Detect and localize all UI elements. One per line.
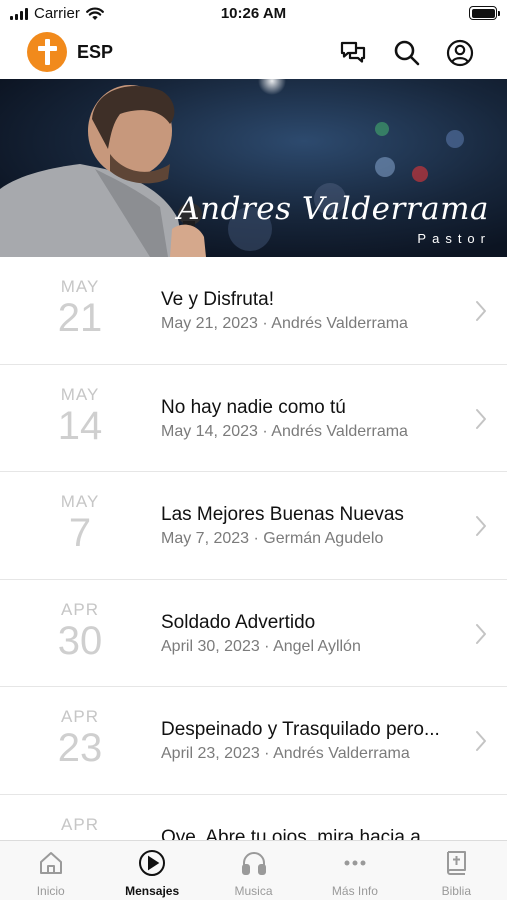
tab-label: Biblia [441, 884, 471, 898]
message-title: Las Mejores Buenas Nuevas [161, 504, 404, 525]
battery-icon [469, 6, 500, 20]
date-month: MAY [60, 277, 100, 296]
headphones-icon [241, 852, 266, 875]
search-icon[interactable] [392, 38, 422, 68]
date-month: APR [61, 814, 99, 834]
play-icon [139, 850, 166, 876]
chevron-right-icon [476, 301, 486, 321]
message-date: APR [30, 815, 130, 836]
tab-musica[interactable]: Musica [203, 841, 304, 900]
date-day: 30 [57, 618, 103, 663]
chevron-right-icon [476, 731, 486, 751]
date-day: 23 [57, 726, 103, 770]
message-row[interactable]: MAY 7 Las Mejores Buenas Nuevas May 7, 2… [0, 472, 507, 580]
message-title: Soldado Advertido [161, 611, 316, 633]
status-bar: Carrier 10:26 AM [0, 0, 507, 28]
home-icon [39, 852, 62, 874]
message-date: APR 23 [30, 707, 130, 768]
cross-icon [45, 39, 50, 65]
tab-label: Mensajes [125, 884, 180, 898]
more-icon [344, 860, 366, 866]
chat-icon[interactable] [338, 38, 368, 68]
date-day: 14 [57, 403, 103, 448]
date-month: MAY [60, 384, 100, 404]
message-row[interactable]: APR 30 Soldado Advertido April 30, 2023 … [0, 580, 507, 687]
message-row[interactable]: APR Oye, Abre tu ojos, mira hacia a [0, 795, 507, 841]
message-title: Ve y Disfruta! [161, 289, 274, 310]
status-time: 10:26 AM [220, 5, 287, 22]
date-month: APR [61, 707, 99, 726]
top-nav: ESP [0, 28, 507, 78]
message-row[interactable]: APR 23 Despeinado y Trasquilado pero... … [0, 687, 507, 795]
message-date: APR 30 [30, 600, 130, 661]
tab-mensajes[interactable]: Mensajes [101, 841, 202, 900]
message-date: MAY 14 [30, 385, 130, 446]
message-subtitle: May 7, 2023 · Germán Agudelo [161, 530, 384, 547]
profile-icon[interactable] [445, 38, 475, 68]
message-date: MAY 21 [30, 277, 130, 338]
banner-pastor-role: Pastor [417, 231, 491, 246]
message-subtitle: April 30, 2023 · Angel Ayllón [161, 637, 361, 655]
message-subtitle: April 23, 2023 · Andrés Valderrama [161, 745, 410, 762]
date-month: MAY [60, 492, 100, 511]
tab-inicio[interactable]: Inicio [0, 841, 101, 900]
tab-mas-info[interactable]: Más Info [304, 841, 405, 900]
pastor-banner[interactable]: Andres Valderrama Pastor [0, 79, 507, 257]
message-subtitle: May 21, 2023 · Andrés Valderrama [161, 315, 408, 332]
church-logo[interactable] [27, 32, 67, 72]
message-row[interactable]: MAY 14 No hay nadie como tú May 14, 2023… [0, 365, 507, 472]
message-title: Oye, Abre tu ojos, mira hacia a [161, 826, 421, 841]
language-label[interactable]: ESP [77, 42, 113, 63]
chevron-right-icon [476, 516, 486, 536]
tab-bar: Inicio Mensajes Musica Más Info Biblia [0, 840, 507, 900]
chevron-right-icon [476, 623, 486, 644]
date-day: 21 [57, 296, 103, 340]
message-title: No hay nadie como tú [161, 396, 346, 418]
tab-label: Inicio [36, 884, 65, 898]
date-day: 7 [68, 511, 92, 555]
tab-label: Musica [234, 884, 273, 898]
tab-label: Más Info [331, 884, 378, 898]
message-list[interactable]: MAY 21 Ve y Disfruta! May 21, 2023 · And… [0, 257, 507, 840]
bible-icon [447, 851, 467, 875]
banner-pastor-name: Andres Valderrama [177, 191, 489, 227]
message-date: MAY 7 [30, 492, 130, 553]
chevron-right-icon [476, 408, 486, 429]
message-row[interactable]: MAY 21 Ve y Disfruta! May 21, 2023 · And… [0, 257, 507, 365]
date-month: APR [61, 599, 99, 619]
tab-biblia[interactable]: Biblia [406, 841, 507, 900]
message-subtitle: May 14, 2023 · Andrés Valderrama [161, 422, 408, 440]
message-title: Despeinado y Trasquilado pero... [161, 719, 440, 740]
